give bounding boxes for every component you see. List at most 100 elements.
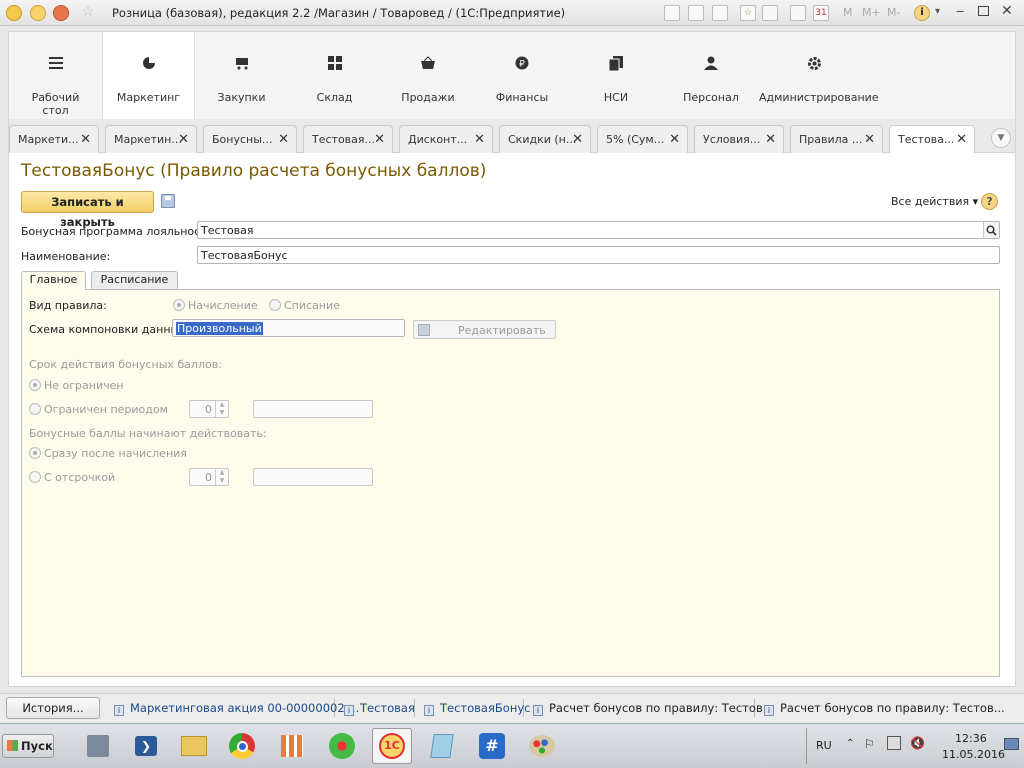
close-icon[interactable]: ✕: [80, 132, 91, 147]
calculator-icon[interactable]: [790, 5, 806, 21]
taskbar-app-chrome-icon[interactable]: [222, 728, 262, 764]
close-icon[interactable]: ✕: [1001, 3, 1013, 19]
clock-date[interactable]: 11.05.2016: [942, 748, 1005, 761]
program-field[interactable]: Тестовая: [197, 221, 1000, 239]
close-icon[interactable]: ✕: [474, 132, 485, 147]
memory-minus-button[interactable]: M-: [887, 6, 900, 19]
history-item[interactable]: i Расчет бонусов по правилу: Тестов...: [533, 701, 774, 716]
section-ruble[interactable]: ₽ Финансы: [475, 32, 569, 120]
taskbar-app-1c-icon[interactable]: 1С: [372, 728, 412, 764]
radio-unlimited[interactable]: [29, 379, 41, 391]
clock-time[interactable]: 12:36: [955, 732, 987, 745]
open-tab[interactable]: 5% (Сум... ✕: [597, 125, 688, 153]
section-cart[interactable]: Закупки: [195, 32, 288, 120]
close-icon[interactable]: ✕: [864, 132, 875, 147]
period-unit-field[interactable]: [253, 400, 373, 418]
memory-button[interactable]: M: [843, 6, 853, 19]
delay-stepper[interactable]: 0 ▲ ▼: [189, 468, 229, 486]
close-icon[interactable]: ✕: [374, 132, 385, 147]
section-person[interactable]: Персонал: [663, 32, 759, 120]
minimize-icon[interactable]: ‒: [956, 4, 964, 19]
taskbar-app-explorer-icon[interactable]: [174, 728, 214, 764]
preview-icon[interactable]: [712, 5, 728, 21]
history-item[interactable]: i Тестовая: [344, 701, 415, 716]
taskbar-app-powershell-icon[interactable]: ❯: [126, 728, 166, 764]
tab-main[interactable]: Главное: [21, 271, 86, 290]
section-label: Рабочий стол: [31, 91, 80, 117]
window-title-bar: ☆ Розница (базовая), редакция 2.2 /Магаз…: [0, 0, 1024, 26]
edit-button[interactable]: Редактировать: [413, 320, 556, 339]
delay-unit-field[interactable]: [253, 468, 373, 486]
memory-plus-button[interactable]: M+: [862, 6, 881, 19]
radio-immediately[interactable]: [29, 447, 41, 459]
windows-logo-icon: [7, 740, 18, 751]
radio-delayed[interactable]: [29, 471, 41, 483]
app-logo-icon[interactable]: [6, 5, 22, 21]
open-tab[interactable]: Условия... ✕: [694, 125, 784, 153]
close-icon[interactable]: ✕: [956, 132, 967, 147]
history-button[interactable]: История...: [6, 697, 100, 719]
radio-period[interactable]: [29, 403, 41, 415]
taskbar-app-icq-icon[interactable]: [322, 728, 362, 764]
tab-schedule[interactable]: Расписание: [91, 271, 178, 289]
open-tab[interactable]: Тестовая... ✕: [303, 125, 393, 153]
close-icon[interactable]: ✕: [572, 132, 583, 147]
language-indicator[interactable]: RU: [816, 739, 832, 752]
taskbar-app-network-icon[interactable]: [78, 728, 118, 764]
taskbar-app-grid-icon[interactable]: [272, 728, 312, 764]
search-icon[interactable]: [983, 222, 999, 238]
open-tab[interactable]: Правила ... ✕: [790, 125, 883, 153]
close-icon[interactable]: ✕: [278, 132, 289, 147]
chevron-down-icon[interactable]: ▾: [935, 6, 940, 17]
history-item[interactable]: i ТестоваяБонус: [424, 701, 530, 716]
save-icon[interactable]: [161, 194, 175, 208]
spin-icon[interactable]: ▲ ▼: [215, 469, 228, 485]
volume-muted-icon[interactable]: 🔇: [910, 736, 925, 750]
schema-field[interactable]: Произвольный: [172, 319, 405, 337]
stop-icon[interactable]: [53, 5, 69, 21]
tray-expand-icon[interactable]: ⌃: [846, 738, 854, 749]
history-item[interactable]: i Маркетинговая акция 00-00000002 ...: [114, 701, 359, 716]
restore-icon[interactable]: [978, 6, 989, 16]
favorite-add-icon[interactable]: ☆: [740, 5, 756, 21]
taskbar-app-paint-icon[interactable]: [522, 728, 562, 764]
chevron-down-icon[interactable]: [30, 5, 46, 21]
close-icon[interactable]: ✕: [178, 132, 189, 147]
open-tab[interactable]: Скидки (н... ✕: [499, 125, 591, 153]
open-tab[interactable]: Маркетин... ✕: [105, 125, 197, 153]
spin-icon[interactable]: ▲ ▼: [215, 401, 228, 417]
calendar-icon[interactable]: 31: [813, 5, 829, 21]
save-icon[interactable]: [664, 5, 680, 21]
open-tab[interactable]: Тестова... ✕: [889, 125, 975, 154]
all-actions-menu[interactable]: Все действия ▾: [891, 195, 978, 208]
taskbar-app-hash-icon[interactable]: #: [472, 728, 512, 764]
star-icon[interactable]: ☆: [80, 5, 96, 21]
close-icon[interactable]: ✕: [765, 132, 776, 147]
section-gear[interactable]: Администрирование: [759, 32, 879, 120]
network-icon[interactable]: [887, 736, 901, 750]
open-tab[interactable]: Дисконт... ✕: [399, 125, 493, 153]
chevron-down-icon[interactable]: ▼: [991, 128, 1011, 148]
help-button[interactable]: ?: [981, 193, 998, 210]
section-basket[interactable]: Продажи: [381, 32, 475, 120]
show-desktop-icon[interactable]: [1004, 738, 1019, 750]
section-documents[interactable]: НСИ: [569, 32, 663, 120]
link-icon[interactable]: [762, 5, 778, 21]
section-menu-lines[interactable]: Рабочий стол: [9, 32, 102, 120]
open-tab[interactable]: Бонусны... ✕: [203, 125, 297, 153]
flag-icon[interactable]: ⚐: [864, 737, 875, 751]
section-grid[interactable]: Склад: [288, 32, 381, 120]
name-field[interactable]: ТестоваяБонус: [197, 246, 1000, 264]
start-button[interactable]: Пуск: [2, 734, 54, 758]
info-icon[interactable]: i: [914, 5, 930, 21]
open-tab[interactable]: Маркети... ✕: [9, 125, 99, 153]
radio-writeoff[interactable]: [269, 299, 281, 311]
period-stepper[interactable]: 0 ▲ ▼: [189, 400, 229, 418]
taskbar-app-notes-icon[interactable]: [422, 728, 462, 764]
radio-accrual[interactable]: [173, 299, 185, 311]
print-icon[interactable]: [688, 5, 704, 21]
section-pie-chart[interactable]: Маркетинг: [102, 32, 195, 120]
save-and-close-button[interactable]: Записать и закрыть: [21, 191, 154, 229]
history-item[interactable]: i Расчет бонусов по правилу: Тестов...: [764, 701, 1005, 716]
close-icon[interactable]: ✕: [669, 132, 680, 147]
